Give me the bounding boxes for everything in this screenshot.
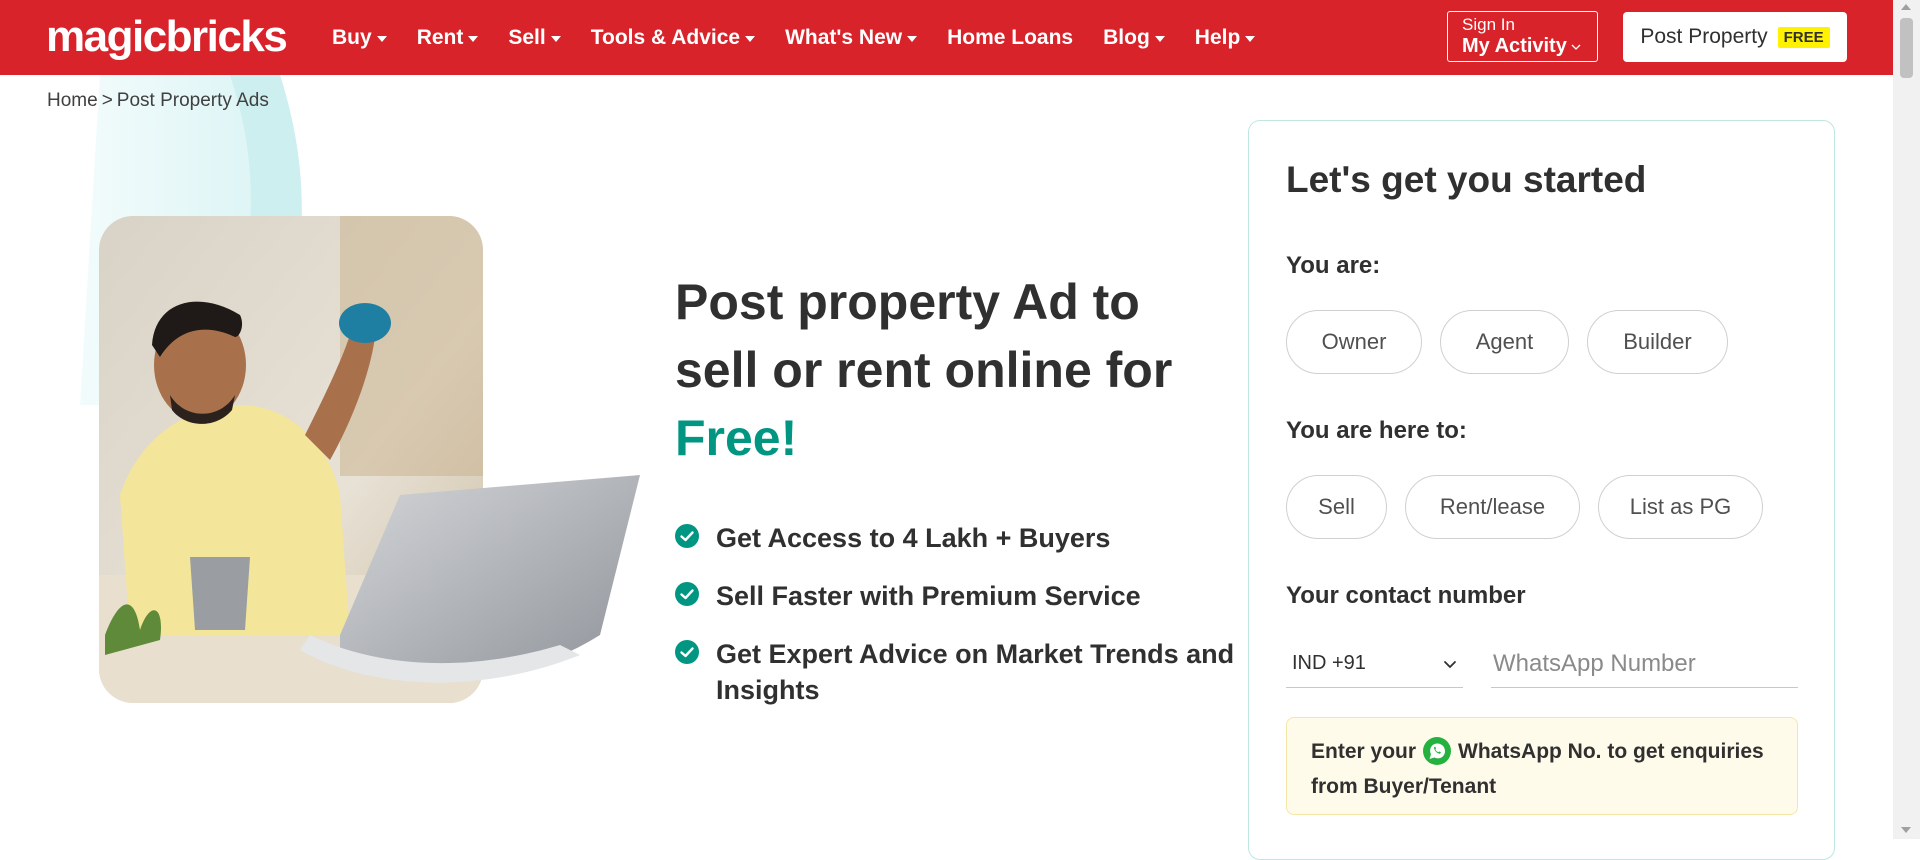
- country-code-value: IND +91: [1292, 652, 1366, 674]
- nav-item-label: Tools & Advice: [590, 25, 741, 49]
- breadcrumb-home-link[interactable]: Home: [47, 90, 98, 111]
- agent-option[interactable]: Agent: [1440, 310, 1569, 374]
- benefit-text: Sell Faster with Premium Service: [716, 581, 1141, 611]
- nav-item-label: Sell: [508, 25, 546, 49]
- user-type-options: Owner Agent Builder: [1286, 310, 1746, 374]
- hero-illustration: [80, 75, 640, 703]
- page-scrollbar[interactable]: [1893, 0, 1920, 839]
- benefit-text: Get Expert Advice on Market Trends and I…: [716, 639, 1235, 705]
- top-navigation-bar: magicbricks Buy Rent Sell Tools & Advice…: [0, 0, 1893, 75]
- owner-option[interactable]: Owner: [1286, 310, 1422, 374]
- contact-number-label: Your contact number: [1286, 582, 1526, 609]
- benefit-item: Get Access to 4 Lakh + Buyers: [675, 520, 1235, 556]
- benefit-list: Get Access to 4 Lakh + Buyers Sell Faste…: [675, 520, 1235, 730]
- whatsapp-notice: Enter your WhatsApp No. to get enquiries …: [1286, 717, 1798, 815]
- check-circle-icon: [675, 582, 699, 606]
- sell-option[interactable]: Sell: [1286, 475, 1387, 539]
- my-activity-label: My Activity: [1462, 35, 1567, 57]
- chevron-down-icon: [1444, 660, 1456, 668]
- benefit-text: Get Access to 4 Lakh + Buyers: [716, 523, 1111, 553]
- nav-item-blog[interactable]: Blog: [1103, 26, 1165, 50]
- nav-item-tools-advice[interactable]: Tools & Advice: [590, 25, 756, 50]
- whatsapp-icon: [1423, 737, 1452, 765]
- caret-down-icon: [550, 36, 561, 42]
- nav-item-buy[interactable]: Buy: [332, 26, 387, 50]
- nav-item-rent[interactable]: Rent: [417, 26, 479, 50]
- get-started-form-card: Let's get you started You are: Owner Age…: [1248, 120, 1835, 860]
- nav-item-label: Blog: [1103, 25, 1150, 49]
- caret-down-icon: [468, 36, 479, 42]
- benefit-item: Sell Faster with Premium Service: [675, 578, 1235, 614]
- main-nav: Buy Rent Sell Tools & Advice What's New …: [332, 0, 1285, 75]
- nav-item-label: Buy: [332, 25, 372, 49]
- list-as-pg-option[interactable]: List as PG: [1598, 475, 1763, 539]
- caret-down-icon: [1154, 36, 1165, 42]
- country-code-select[interactable]: IND +91: [1286, 640, 1463, 688]
- hero-heading-highlight: Free!: [675, 410, 798, 466]
- magicbricks-logo[interactable]: magicbricks: [46, 12, 288, 62]
- builder-option[interactable]: Builder: [1587, 310, 1728, 374]
- sign-in-label: Sign In: [1462, 15, 1515, 34]
- check-circle-icon: [675, 640, 699, 664]
- form-title: Let's get you started: [1286, 159, 1647, 200]
- scrollbar-thumb[interactable]: [1900, 18, 1913, 78]
- hero-heading-line-1: Post property Ad to: [675, 274, 1140, 330]
- scroll-down-arrow-icon[interactable]: [1901, 827, 1911, 833]
- whatsapp-number-input[interactable]: [1491, 640, 1798, 688]
- caret-down-icon: [376, 36, 387, 42]
- breadcrumb-current: Post Property Ads: [116, 90, 269, 111]
- post-property-label: Post Property: [1640, 25, 1768, 48]
- you-are-label: You are:: [1286, 252, 1381, 279]
- breadcrumb-separator: >: [101, 90, 113, 111]
- hero-heading-line-2: sell or rent online for: [675, 342, 1173, 398]
- scroll-up-arrow-icon[interactable]: [1901, 4, 1911, 10]
- nav-item-label: Help: [1194, 25, 1241, 49]
- purpose-label: You are here to:: [1286, 417, 1467, 444]
- sign-in-my-activity-button[interactable]: Sign In My Activity: [1447, 11, 1598, 62]
- rent-lease-option[interactable]: Rent/lease: [1405, 475, 1580, 539]
- nav-item-home-loans[interactable]: Home Loans: [947, 26, 1073, 50]
- caret-down-icon: [1245, 36, 1256, 42]
- check-circle-icon: [675, 524, 699, 548]
- chevron-down-icon: [1571, 44, 1581, 50]
- caret-down-icon: [907, 36, 918, 42]
- free-badge: FREE: [1777, 26, 1830, 48]
- breadcrumb: Home > Post Property Ads: [47, 90, 269, 112]
- nav-item-help[interactable]: Help: [1195, 26, 1256, 50]
- nav-item-sell[interactable]: Sell: [508, 25, 561, 50]
- purpose-options: Sell Rent/lease List as PG: [1286, 475, 1781, 539]
- nav-item-label: Rent: [416, 25, 464, 49]
- post-property-button[interactable]: Post Property FREE: [1623, 12, 1847, 62]
- nav-item-whats-new[interactable]: What's New: [785, 25, 918, 50]
- hero-heading: Post property Ad to sell or rent online …: [675, 268, 1235, 472]
- nav-item-label: What's New: [785, 25, 903, 49]
- nav-item-label: Home Loans: [947, 25, 1074, 49]
- benefit-item: Get Expert Advice on Market Trends and I…: [675, 636, 1235, 708]
- notice-prefix: Enter your: [1311, 740, 1417, 763]
- caret-down-icon: [745, 36, 756, 42]
